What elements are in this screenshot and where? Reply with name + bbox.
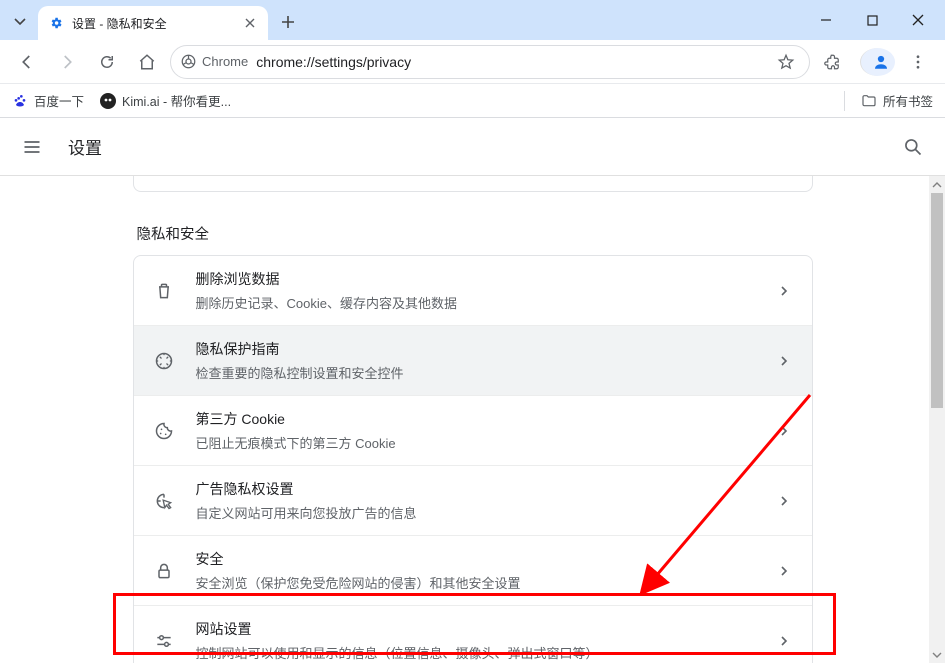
bookmark-item[interactable]: 百度一下 (12, 91, 84, 110)
baidu-icon (12, 93, 28, 109)
home-button[interactable] (130, 45, 164, 79)
new-tab-button[interactable] (274, 8, 302, 36)
browser-tab-active[interactable]: 设置 - 隐私和安全 (38, 6, 268, 40)
row-title: 广告隐私权设置 (196, 479, 754, 499)
person-icon (872, 53, 890, 71)
sliders-icon (154, 631, 174, 651)
address-bar[interactable]: Chrome chrome://settings/privacy (170, 45, 810, 79)
maximize-button[interactable] (849, 4, 895, 36)
bookmark-label: Kimi.ai - 帮你看更... (122, 91, 231, 110)
reload-button[interactable] (90, 45, 124, 79)
tab-search-button[interactable] (6, 8, 34, 36)
back-button[interactable] (10, 45, 44, 79)
chrome-icon (181, 54, 196, 69)
row-privacy-guide[interactable]: 隐私保护指南 检查重要的隐私控制设置和安全控件 (134, 325, 812, 395)
folder-icon (861, 93, 877, 109)
kebab-menu-button[interactable] (901, 45, 935, 79)
divider (844, 91, 845, 111)
chevron-right-icon (776, 423, 792, 439)
row-subtitle: 删除历史记录、Cookie、缓存内容及其他数据 (196, 293, 754, 312)
scroll-up-button[interactable] (929, 176, 945, 193)
row-subtitle: 已阻止无痕模式下的第三方 Cookie (196, 433, 754, 452)
bookmarks-bar: 百度一下 Kimi.ai - 帮你看更... 所有书签 (0, 84, 945, 118)
kimi-icon (100, 93, 116, 109)
bookmark-label: 百度一下 (34, 91, 84, 110)
hamburger-menu-button[interactable] (20, 135, 44, 159)
row-delete-browsing-data[interactable]: 删除浏览数据 删除历史记录、Cookie、缓存内容及其他数据 (134, 256, 812, 325)
chevron-right-icon (776, 563, 792, 579)
chevron-right-icon (776, 493, 792, 509)
row-subtitle: 控制网站可以使用和显示的信息（位置信息、摄像头、弹出式窗口等） (196, 643, 754, 662)
row-title: 网站设置 (196, 619, 754, 639)
row-subtitle: 自定义网站可用来向您投放广告的信息 (196, 503, 754, 522)
row-title: 隐私保护指南 (196, 339, 754, 359)
previous-card-edge (133, 176, 813, 192)
row-third-party-cookies[interactable]: 第三方 Cookie 已阻止无痕模式下的第三方 Cookie (134, 395, 812, 465)
gear-icon (48, 15, 64, 31)
ad-click-icon (154, 491, 174, 511)
url-text: chrome://settings/privacy (256, 54, 769, 70)
section-title: 隐私和安全 (137, 223, 210, 244)
scrollbar-thumb[interactable] (931, 193, 943, 408)
row-site-settings[interactable]: 网站设置 控制网站可以使用和显示的信息（位置信息、摄像头、弹出式窗口等） (134, 605, 812, 663)
settings-content: 隐私和安全 删除浏览数据 删除历史记录、Cookie、缓存内容及其他数据 隐私保… (0, 176, 945, 663)
row-title: 安全 (196, 549, 754, 569)
minimize-button[interactable] (803, 4, 849, 36)
row-title: 删除浏览数据 (196, 269, 754, 289)
compass-icon (154, 351, 174, 371)
all-bookmarks-label: 所有书签 (883, 91, 933, 110)
site-chip-label: Chrome (202, 54, 248, 69)
window-controls (803, 0, 941, 40)
chevron-right-icon (776, 353, 792, 369)
page-title: 设置 (68, 134, 102, 159)
row-security[interactable]: 安全 安全浏览（保护您免受危险网站的侵害）和其他安全设置 (134, 535, 812, 605)
cookie-icon (154, 421, 174, 441)
tab-title: 设置 - 隐私和安全 (72, 15, 234, 32)
close-tab-icon[interactable] (242, 15, 258, 31)
row-ad-privacy[interactable]: 广告隐私权设置 自定义网站可用来向您投放广告的信息 (134, 465, 812, 535)
forward-button[interactable] (50, 45, 84, 79)
site-info-chip[interactable]: Chrome (181, 54, 248, 69)
all-bookmarks-button[interactable]: 所有书签 (861, 91, 933, 110)
window-title-bar: 设置 - 隐私和安全 (0, 0, 945, 40)
scroll-down-button[interactable] (929, 646, 945, 663)
profile-avatar-button[interactable] (860, 48, 895, 76)
bookmark-star-icon[interactable] (777, 53, 795, 71)
bookmark-item[interactable]: Kimi.ai - 帮你看更... (100, 91, 231, 110)
close-window-button[interactable] (895, 4, 941, 36)
privacy-card: 删除浏览数据 删除历史记录、Cookie、缓存内容及其他数据 隐私保护指南 检查… (133, 255, 813, 663)
chevron-right-icon (776, 283, 792, 299)
row-subtitle: 安全浏览（保护您免受危险网站的侵害）和其他安全设置 (196, 573, 754, 592)
row-subtitle: 检查重要的隐私控制设置和安全控件 (196, 363, 754, 382)
chevron-right-icon (776, 633, 792, 649)
search-button[interactable] (901, 135, 925, 159)
lock-icon (154, 561, 174, 581)
settings-header: 设置 (0, 118, 945, 176)
browser-toolbar: Chrome chrome://settings/privacy (0, 40, 945, 84)
row-title: 第三方 Cookie (196, 409, 754, 429)
extensions-button[interactable] (816, 45, 850, 79)
trash-icon (154, 281, 174, 301)
vertical-scrollbar[interactable] (929, 176, 945, 663)
